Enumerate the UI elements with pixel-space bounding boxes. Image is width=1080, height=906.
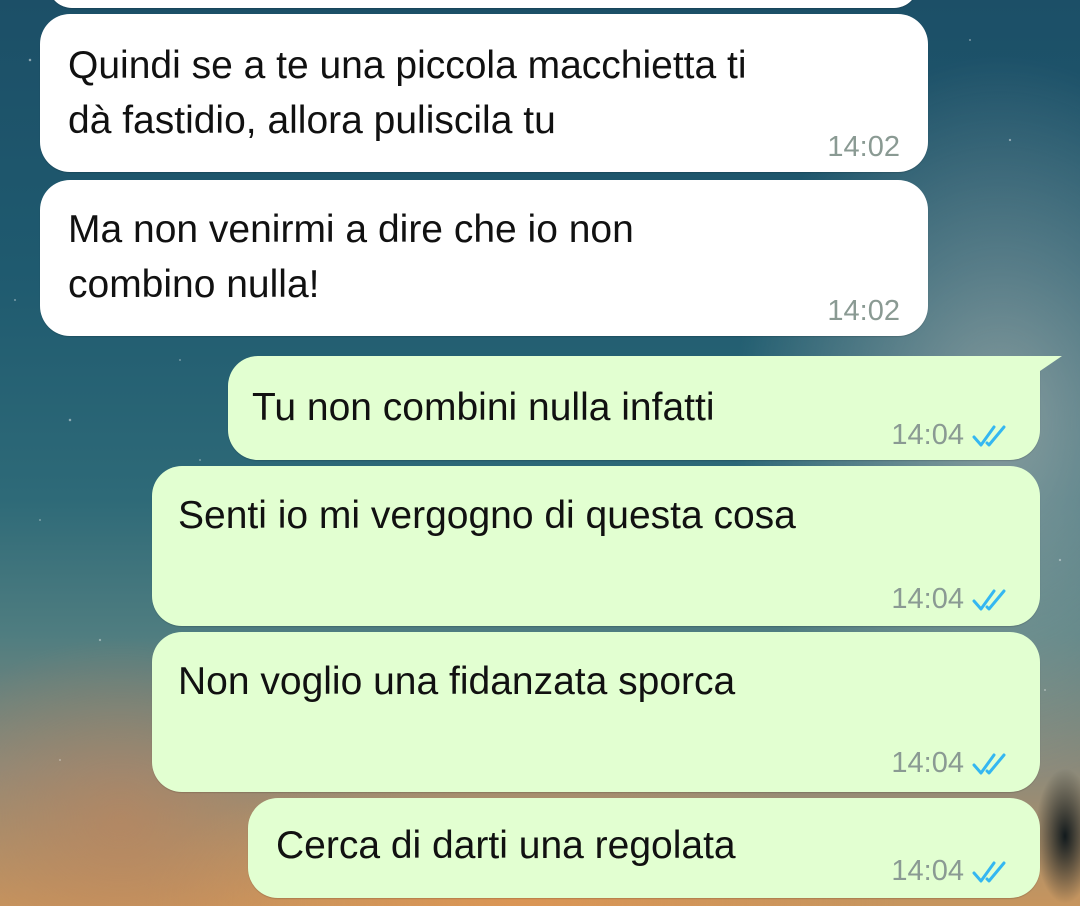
message-meta: 14:04 <box>891 572 1014 627</box>
message-text: Quindi se a te una piccola macchietta ti… <box>68 44 747 142</box>
message-meta: 14:02 <box>827 120 900 175</box>
message-meta: 14:04 <box>891 844 1014 899</box>
message-timestamp: 14:04 <box>891 855 964 887</box>
read-ticks-icon <box>972 753 1006 774</box>
message-text: Non voglio una fidanzata sporca <box>178 660 736 703</box>
message-text: Ma non venirmi a dire che io non combino… <box>68 208 634 306</box>
read-ticks-icon <box>972 589 1006 610</box>
message-text: Tu non combini nulla infatti <box>252 386 715 429</box>
message-bubble-incoming[interactable]: Ma non venirmi a dire che io non combino… <box>40 180 928 336</box>
message-bubble-partial <box>48 0 918 8</box>
message-bubble-outgoing[interactable]: Senti io mi vergogno di questa cosa 14:0… <box>152 466 1040 626</box>
message-bubble-outgoing[interactable]: Non voglio una fidanzata sporca 14:04 <box>152 632 1040 792</box>
message-timestamp: 14:02 <box>827 131 900 163</box>
message-meta: 14:02 <box>827 284 900 339</box>
message-bubble-outgoing[interactable]: Cerca di darti una regolata 14:04 <box>248 798 1040 898</box>
message-timestamp: 14:02 <box>827 295 900 327</box>
message-bubble-incoming[interactable]: Quindi se a te una piccola macchietta ti… <box>40 14 928 172</box>
message-text: Cerca di darti una regolata <box>276 824 736 867</box>
message-timestamp: 14:04 <box>891 419 964 451</box>
message-timestamp: 14:04 <box>891 583 964 615</box>
message-text: Senti io mi vergogno di questa cosa <box>178 494 796 537</box>
bubble-tail <box>1018 356 1062 386</box>
read-ticks-icon <box>972 861 1006 882</box>
read-ticks-icon <box>972 425 1006 446</box>
message-timestamp: 14:04 <box>891 747 964 779</box>
message-meta: 14:04 <box>891 408 1014 463</box>
message-bubble-outgoing[interactable]: Tu non combini nulla infatti 14:04 <box>228 356 1062 463</box>
message-meta: 14:04 <box>891 736 1014 791</box>
